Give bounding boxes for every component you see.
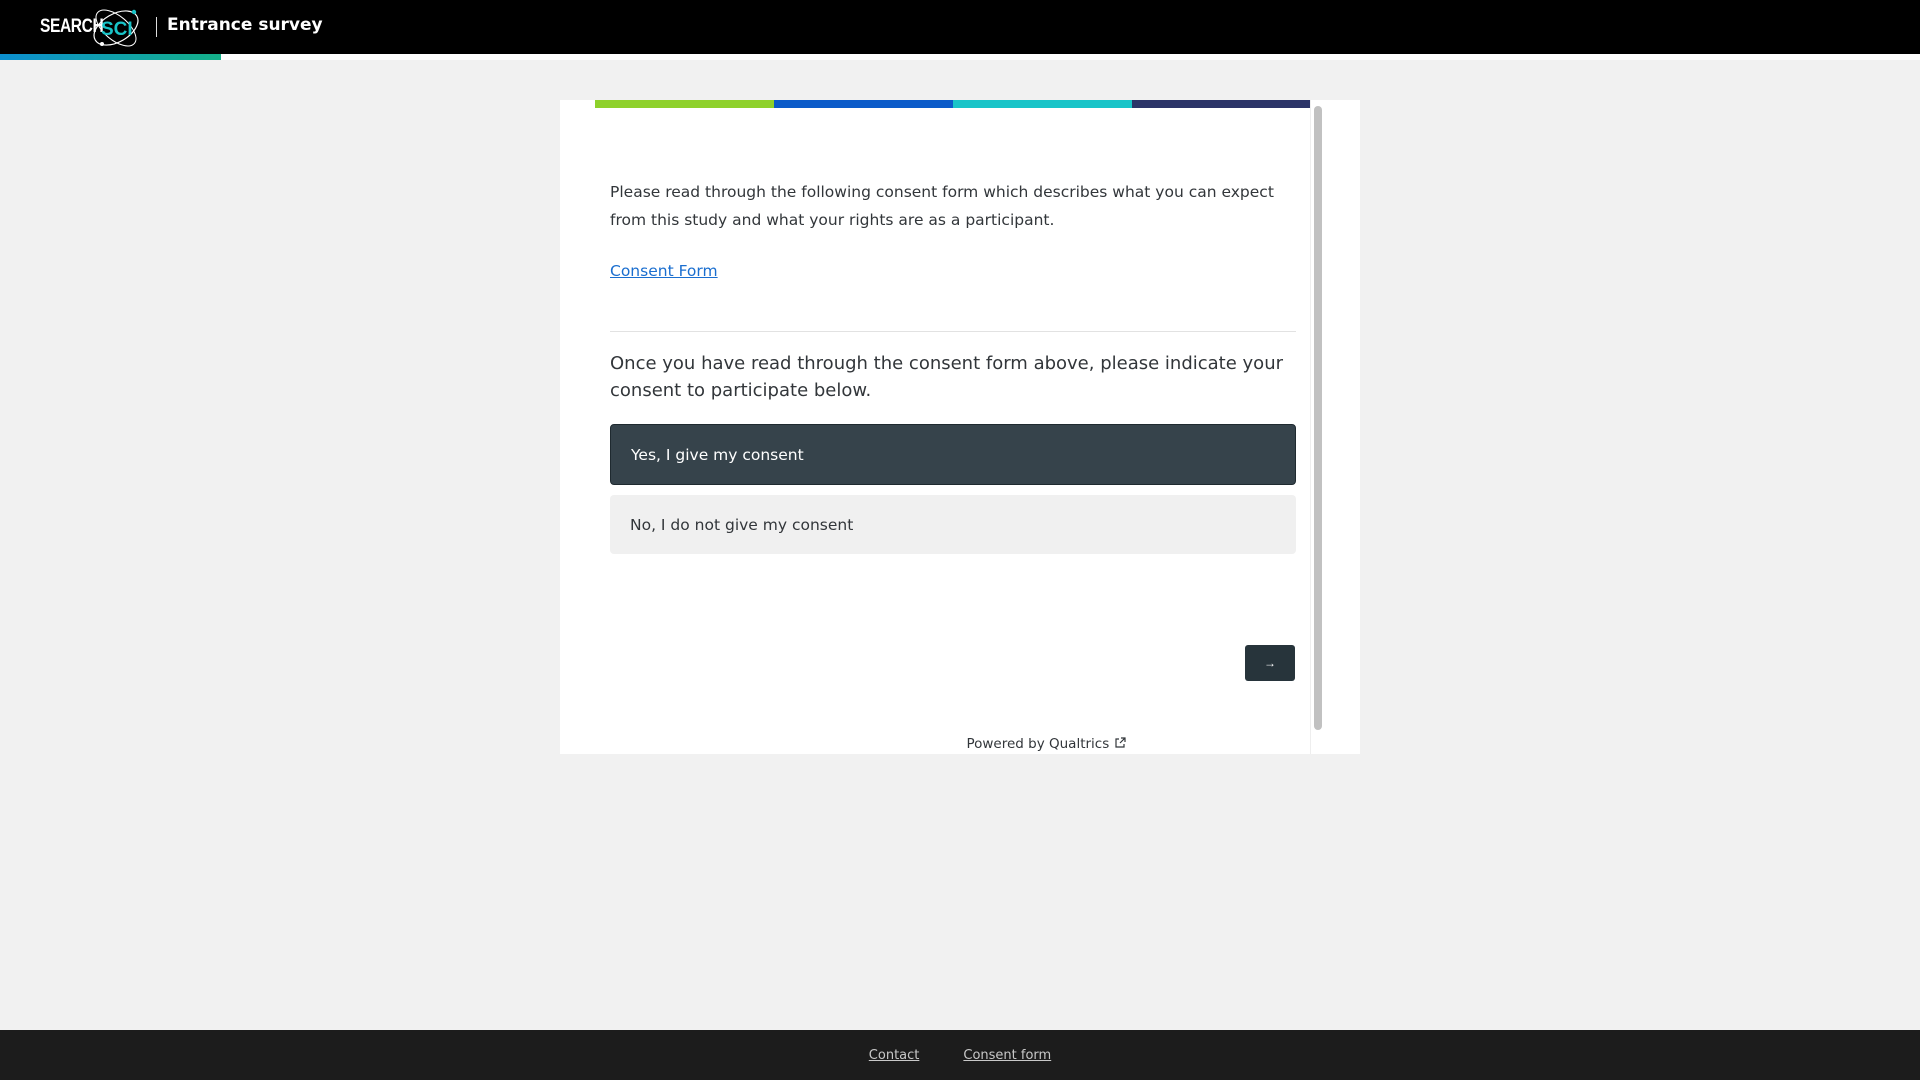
intro-text: Please read through the following consen… <box>610 183 1274 229</box>
choice-label: No, I do not give my consent <box>630 515 854 534</box>
arrow-right-icon: → <box>1264 656 1276 670</box>
choice-no-consent[interactable]: No, I do not give my consent <box>610 495 1296 554</box>
footer-consent-form-link[interactable]: Consent form <box>963 1048 1051 1063</box>
footer: Contact Consent form <box>0 1030 1920 1080</box>
color-stripe-1 <box>595 100 774 108</box>
choice-label: Yes, I give my consent <box>631 445 804 464</box>
scrollbar-thumb[interactable] <box>1314 106 1322 730</box>
choice-yes-consent[interactable]: Yes, I give my consent <box>610 424 1296 485</box>
next-button[interactable]: → <box>1245 645 1295 681</box>
external-link-icon <box>1114 737 1126 748</box>
progress-fill <box>0 54 221 60</box>
question-separator <box>610 331 1296 332</box>
color-stripe-3 <box>953 100 1132 108</box>
survey-card: Please read through the following consen… <box>560 100 1360 754</box>
progress-bar <box>0 54 1920 60</box>
logo-mark: SCI <box>101 19 133 40</box>
consent-question: Once you have read through the consent f… <box>610 353 1283 401</box>
powered-by-qualtrics[interactable]: Powered by Qualtrics <box>560 736 1296 752</box>
survey-title: Entrance survey <box>167 15 323 35</box>
consent-form-link[interactable]: Consent Form <box>610 262 718 280</box>
color-stripe-2 <box>774 100 953 108</box>
header-divider <box>156 17 157 37</box>
top-bar: SEARCH SCI Entrance survey <box>0 0 1920 54</box>
footer-contact-link[interactable]: Contact <box>869 1048 920 1063</box>
powered-by-text: Powered by Qualtrics <box>966 736 1110 752</box>
search-sci-logo[interactable]: SEARCH SCI <box>40 4 144 50</box>
color-stripe-4 <box>1132 100 1311 108</box>
atom-orbit-icon: SCI <box>93 9 139 47</box>
